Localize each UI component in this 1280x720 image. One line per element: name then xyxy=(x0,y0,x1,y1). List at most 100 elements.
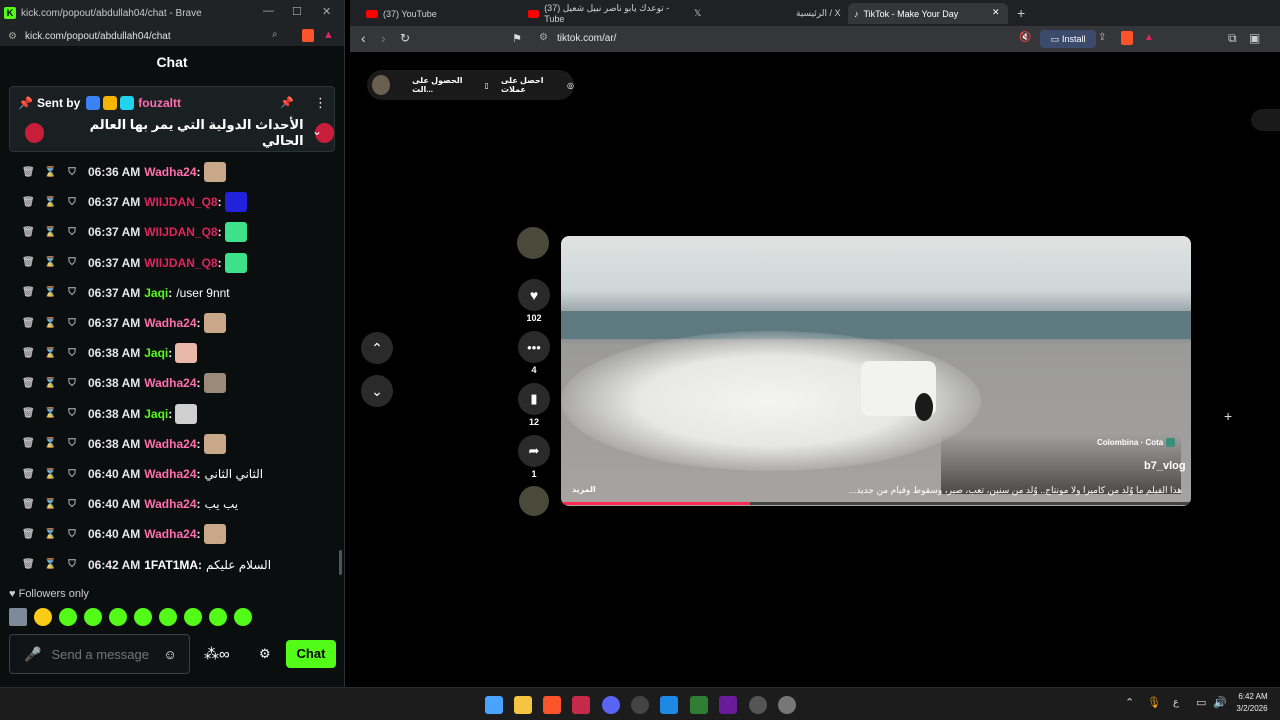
mute-icon[interactable]: 🔇 xyxy=(1019,32,1031,43)
pinned-username[interactable]: fouzaltt xyxy=(138,96,181,110)
file-explorer-icon[interactable] xyxy=(514,696,532,714)
chevron-down-icon[interactable]: ⌄ xyxy=(312,124,322,138)
chevron-up-icon[interactable]: ⌃ xyxy=(1125,696,1134,709)
video-player[interactable]: Colombina · Cota b7_vlog هذا الفيلم ما و… xyxy=(561,236,1191,506)
message-username[interactable]: Wadha24 xyxy=(144,467,196,481)
tab-youtube-video[interactable]: (37) توعدك يابو ناصر نبيل شعيل - Tube xyxy=(522,3,682,24)
clock-time[interactable]: 6:42 AM xyxy=(1235,692,1271,701)
kicks-icon[interactable]: ⁂∞ xyxy=(204,645,230,663)
progress-track[interactable] xyxy=(561,502,1191,505)
message-username[interactable]: WIIJDAN_Q8 xyxy=(144,195,217,209)
previous-video-button[interactable]: ⌃ xyxy=(361,332,393,364)
url-field[interactable]: tiktok.com/ar/ xyxy=(557,33,616,44)
mic-icon[interactable]: 🎙 xyxy=(1147,696,1161,709)
emote-icon[interactable] xyxy=(234,608,252,626)
sidebar-icon[interactable]: ▣ xyxy=(1249,31,1260,45)
brave-shield-icon[interactable] xyxy=(1121,31,1133,45)
message-username[interactable]: Wadha24 xyxy=(144,497,196,511)
ban-shield-icon[interactable]: ⛉ xyxy=(66,438,78,449)
zoom-icon[interactable]: ⌕ xyxy=(272,29,278,40)
message-username[interactable]: Wadha24 xyxy=(144,437,196,451)
tab-close-icon[interactable]: ✕ xyxy=(992,7,1000,18)
app-icon[interactable] xyxy=(719,696,737,714)
forward-icon[interactable]: › xyxy=(381,30,386,46)
ban-shield-icon[interactable]: ⛉ xyxy=(66,227,78,238)
maximize-icon[interactable]: ☐ xyxy=(292,5,302,18)
message-username[interactable]: Jaqi xyxy=(144,407,168,421)
delete-icon[interactable]: 🗑 xyxy=(22,529,35,540)
timeout-icon[interactable]: ⌛ xyxy=(44,287,56,298)
delete-icon[interactable]: 🗑 xyxy=(22,348,35,359)
rewards-icon[interactable]: ▲ xyxy=(323,29,334,41)
timeout-icon[interactable]: ⌛ xyxy=(44,197,56,208)
delete-icon[interactable]: 🗑 xyxy=(22,257,35,268)
avatar[interactable] xyxy=(9,608,27,626)
volume-icon[interactable]: 🔊 xyxy=(1213,696,1227,709)
sound-avatar[interactable] xyxy=(519,486,549,516)
timeout-icon[interactable]: ⌛ xyxy=(44,499,56,510)
emote-icon[interactable] xyxy=(184,608,202,626)
emoji-icon[interactable]: ☺ xyxy=(163,647,176,662)
emote-icon[interactable] xyxy=(84,608,102,626)
message-username[interactable]: WIIJDAN_Q8 xyxy=(144,225,217,239)
author-avatar[interactable] xyxy=(517,227,549,259)
close-icon[interactable]: ✕ xyxy=(322,5,331,18)
minimize-icon[interactable]: — xyxy=(263,5,274,17)
tab-tiktok[interactable]: ♪ TikTok - Make Your Day ✕ xyxy=(848,3,1008,24)
extensions-icon[interactable]: ⧉ xyxy=(1228,31,1237,46)
message-username[interactable]: Wadha24 xyxy=(144,527,196,541)
scrollbar[interactable] xyxy=(339,550,342,575)
tab-youtube[interactable]: (37) YouTube xyxy=(360,3,510,24)
new-tab-icon[interactable]: + xyxy=(1017,5,1025,21)
send-chat-button[interactable]: Chat xyxy=(286,640,336,668)
clock-date[interactable]: 3/2/2026 xyxy=(1230,704,1274,713)
ban-shield-icon[interactable]: ⛉ xyxy=(66,257,78,268)
side-panel-pill[interactable] xyxy=(1251,109,1280,131)
ban-shield-icon[interactable]: ⛉ xyxy=(66,529,78,540)
message-username[interactable]: Jaqi xyxy=(144,346,168,360)
ban-shield-icon[interactable]: ⛉ xyxy=(66,197,78,208)
delete-icon[interactable]: 🗑 xyxy=(22,167,35,178)
brave-shield-icon[interactable] xyxy=(302,29,314,42)
timeout-icon[interactable]: ⌛ xyxy=(44,529,56,540)
app-icon[interactable] xyxy=(631,696,649,714)
app-icon[interactable] xyxy=(749,696,767,714)
ban-shield-icon[interactable]: ⛉ xyxy=(66,378,78,389)
delete-icon[interactable]: 🗑 xyxy=(22,559,35,570)
settings-gear-icon[interactable]: ⚙ xyxy=(259,646,271,662)
message-username[interactable]: Jaqi xyxy=(144,286,168,300)
ban-shield-icon[interactable]: ⛉ xyxy=(66,348,78,359)
message-username[interactable]: Wadha24 xyxy=(144,316,196,330)
emote-icon[interactable] xyxy=(159,608,177,626)
location-tag[interactable]: Colombina · Cota xyxy=(1097,438,1176,447)
delete-icon[interactable]: 🗑 xyxy=(22,197,35,208)
timeout-icon[interactable]: ⌛ xyxy=(44,438,56,449)
author-name[interactable]: b7_vlog xyxy=(1144,460,1186,472)
settings-gear-icon[interactable] xyxy=(778,696,796,714)
site-info-icon[interactable]: ⚙ xyxy=(539,32,548,43)
delete-icon[interactable]: 🗑 xyxy=(22,469,35,480)
rewards-icon[interactable]: ▲ xyxy=(1144,32,1154,43)
timeout-icon[interactable]: ⌛ xyxy=(44,469,56,480)
app-icon[interactable] xyxy=(660,696,678,714)
mic-icon[interactable]: 🎤 xyxy=(24,646,41,663)
reload-icon[interactable]: ↻ xyxy=(400,31,410,45)
timeout-icon[interactable]: ⌛ xyxy=(44,408,56,419)
ban-shield-icon[interactable]: ⛉ xyxy=(66,559,78,570)
timeout-icon[interactable]: ⌛ xyxy=(44,257,56,268)
share-icon[interactable]: ⇪ xyxy=(1098,32,1106,43)
emote-icon[interactable] xyxy=(34,608,52,626)
get-coins-pill[interactable]: احصل على عملات xyxy=(501,76,564,94)
app-icon[interactable] xyxy=(572,696,590,714)
message-input-box[interactable]: 🎤 ☺ xyxy=(9,634,190,674)
delete-icon[interactable]: 🗑 xyxy=(22,378,35,389)
network-icon[interactable]: ▭ xyxy=(1196,696,1206,709)
timeout-icon[interactable]: ⌛ xyxy=(44,348,56,359)
ban-shield-icon[interactable]: ⛉ xyxy=(66,469,78,480)
start-icon[interactable] xyxy=(485,696,503,714)
delete-icon[interactable]: 🗑 xyxy=(22,438,35,449)
pin-toggle-icon[interactable]: 📌 xyxy=(280,96,294,109)
message-input[interactable] xyxy=(51,646,162,662)
back-icon[interactable]: ‹ xyxy=(361,30,366,46)
save-button[interactable]: ▮ xyxy=(518,383,550,415)
